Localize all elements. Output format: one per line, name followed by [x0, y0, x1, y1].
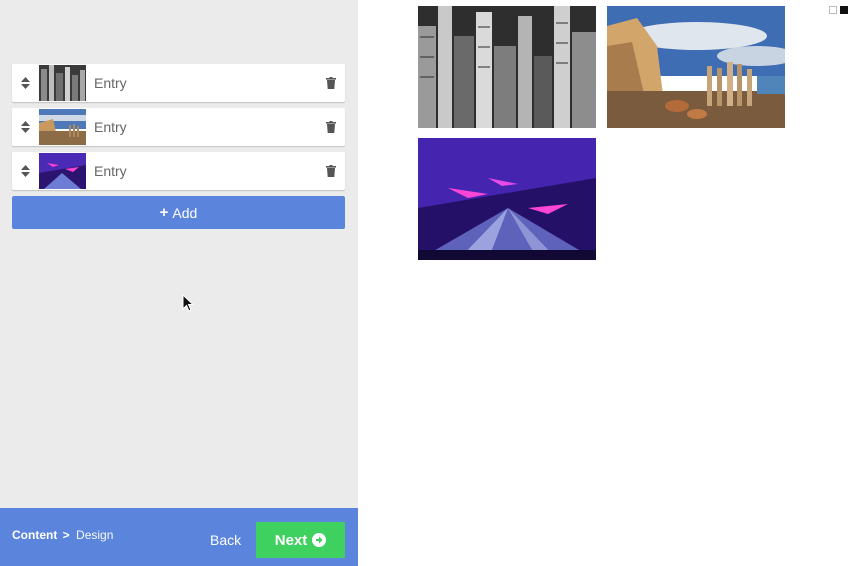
gallery-image-city[interactable] [418, 6, 596, 128]
plus-icon: + [159, 204, 169, 221]
sort-arrows-icon[interactable] [12, 152, 39, 190]
sort-arrows-icon[interactable] [12, 108, 39, 146]
entry-label[interactable]: Entry [94, 163, 317, 179]
app-root: Entry Entry Entry + Add Content > Design… [0, 0, 852, 566]
trash-icon[interactable] [317, 152, 345, 190]
gallery-image-lasers[interactable] [418, 138, 596, 260]
light-theme-toggle[interactable] [829, 6, 837, 14]
next-button-label: Next [274, 531, 308, 549]
mouse-cursor-icon [182, 294, 194, 312]
gallery-image-beach[interactable] [607, 6, 785, 128]
arrow-circle-right-icon [312, 533, 327, 547]
entry-row: Entry [12, 152, 345, 190]
breadcrumb: Content > Design [12, 528, 113, 542]
add-button-label: Add [172, 204, 198, 221]
add-entry-button[interactable]: + Add [12, 196, 345, 229]
entry-label[interactable]: Entry [94, 119, 317, 135]
gallery-preview [358, 0, 852, 566]
entry-thumbnail[interactable] [39, 109, 86, 145]
breadcrumb-separator: > [62, 528, 70, 542]
bottom-nav-bar: Content > Design Back Next [0, 508, 358, 566]
next-button[interactable]: Next [256, 522, 345, 558]
dark-theme-toggle[interactable] [840, 6, 848, 14]
entry-thumbnail[interactable] [39, 153, 86, 189]
entry-row: Entry [12, 108, 345, 146]
breadcrumb-design[interactable]: Design [76, 528, 113, 542]
editor-panel: Entry Entry Entry + Add Content > Design… [0, 0, 358, 566]
back-button[interactable]: Back [210, 532, 241, 548]
trash-icon[interactable] [317, 108, 345, 146]
breadcrumb-content[interactable]: Content [12, 528, 57, 542]
entry-list: Entry Entry Entry [12, 64, 345, 196]
sort-arrows-icon[interactable] [12, 64, 39, 102]
entry-thumbnail[interactable] [39, 65, 86, 101]
entry-row: Entry [12, 64, 345, 102]
entry-label[interactable]: Entry [94, 75, 317, 91]
trash-icon[interactable] [317, 64, 345, 102]
